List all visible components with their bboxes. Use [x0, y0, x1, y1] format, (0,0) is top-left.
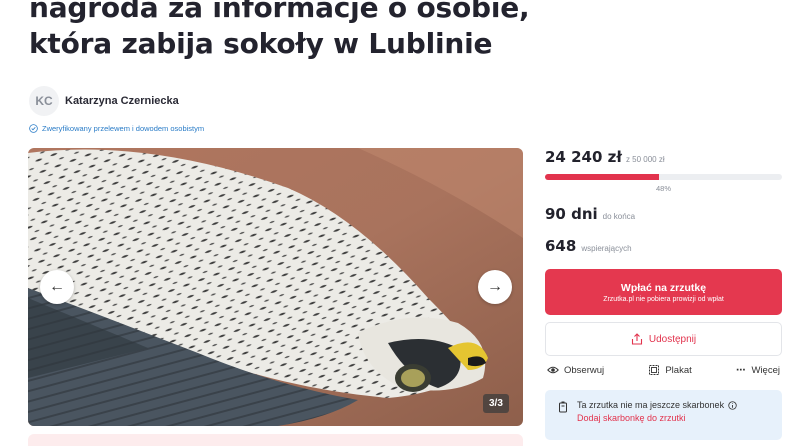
days-label: do końca: [602, 212, 636, 221]
more-button[interactable]: ⋯ Więcej: [736, 365, 780, 376]
piggybank-icon: [559, 401, 567, 413]
action-row: Obserwuj Plakat ⋯ Więcej: [545, 364, 782, 376]
share-button[interactable]: Udostępnij: [545, 322, 782, 356]
poster-icon: [649, 365, 660, 375]
follow-button[interactable]: Obserwuj: [547, 364, 604, 376]
add-piggybank-link[interactable]: Dodaj skarbonkę do zrzutki: [577, 413, 737, 423]
more-dots-icon: ⋯: [735, 364, 747, 376]
raised-value: 24 240 zł: [545, 148, 622, 166]
verified-text: Zweryfikowany przelewem i dowodem osobis…: [42, 124, 205, 133]
progress-fill: [545, 174, 659, 180]
gallery-prev-button[interactable]: ←: [40, 270, 74, 304]
author[interactable]: KC Katarzyna Czerniecka: [29, 86, 179, 116]
donate-label: Wpłać na zrzutkę: [620, 281, 707, 294]
poster-label: Plakat: [665, 364, 692, 376]
fundraiser-sidebar: 24 240 zł z 50 000 zł 48% 90 dni do końc…: [545, 148, 782, 440]
check-circle-icon: [29, 124, 38, 133]
follow-label: Obserwuj: [564, 364, 605, 376]
progress-bar: [545, 174, 782, 180]
donate-sublabel: Zrzutka.pl nie pobiera prowizji od wpłat: [603, 295, 724, 303]
goal-value: z 50 000 zł: [625, 155, 665, 164]
share-icon: [631, 333, 642, 345]
share-label: Udostępnij: [648, 333, 697, 345]
info-icon[interactable]: [728, 400, 737, 410]
avatar[interactable]: KC: [29, 86, 59, 116]
falcon-photo: [28, 148, 523, 426]
photo-gallery[interactable]: ← → 3/3: [28, 148, 523, 426]
arrow-left-icon: ←: [49, 278, 65, 295]
page-title: nagroda za informacje o osobie, która za…: [29, 0, 530, 60]
supporters-value: 648: [545, 237, 577, 255]
piggybank-text-row: Ta zrzutka nie ma jeszcze skarbonek: [577, 400, 737, 410]
author-name[interactable]: Katarzyna Czerniecka: [65, 95, 179, 107]
raised-amount: 24 240 zł z 50 000 zł: [545, 148, 782, 166]
piggybank-info: Ta zrzutka nie ma jeszcze skarbonek Doda…: [545, 390, 782, 440]
piggybank-text: Ta zrzutka nie ma jeszcze skarbonek: [577, 400, 725, 410]
supporters-count: 648 wspierających: [545, 237, 782, 255]
gallery-next-button[interactable]: →: [478, 270, 512, 304]
verified-badge: Zweryfikowany przelewem i dowodem osobis…: [29, 124, 204, 133]
arrow-right-icon: →: [487, 278, 503, 295]
more-label: Więcej: [751, 364, 780, 376]
donate-button[interactable]: Wpłać na zrzutkę Zrzutka.pl nie pobiera …: [545, 269, 782, 315]
days-left: 90 dni do końca: [545, 205, 782, 223]
eye-icon: [547, 366, 559, 374]
progress-percent: 48%: [655, 184, 671, 193]
days-value: 90 dni: [545, 205, 598, 223]
info-banner: [28, 434, 523, 446]
gallery-counter: 3/3: [483, 394, 509, 413]
supporters-label: wspierających: [581, 244, 632, 253]
poster-button[interactable]: Plakat: [648, 364, 692, 376]
